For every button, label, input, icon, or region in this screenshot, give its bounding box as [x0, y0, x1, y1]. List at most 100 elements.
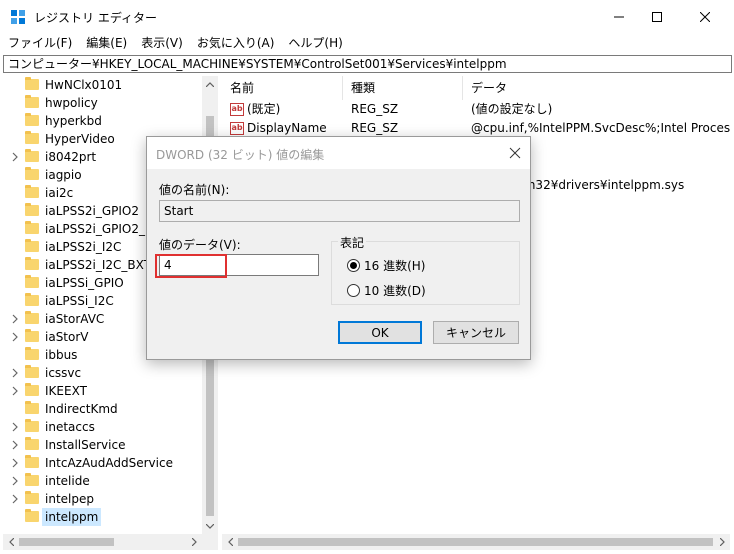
string-value-icon: ab	[230, 122, 244, 135]
expand-chevron-icon[interactable]	[10, 422, 20, 432]
tree-item-label: i8042prt	[45, 150, 97, 164]
radio-hex[interactable]: 16 進数(H)	[347, 257, 425, 274]
tree-hscroll-thumb[interactable]	[19, 538, 114, 546]
chevron-down-icon	[206, 523, 214, 529]
folder-icon	[25, 473, 39, 486]
column-header-data[interactable]: データ	[463, 76, 730, 100]
tree-item-label: inetaccs	[45, 420, 95, 434]
expand-chevron-icon[interactable]	[10, 368, 20, 378]
title-bar: レジストリ エディター	[0, 0, 734, 34]
maximize-button[interactable]	[634, 0, 680, 34]
tree-item-label: iai2c	[45, 186, 74, 200]
folder-icon	[25, 149, 39, 162]
tree-item-label: IntcAzAudAddService	[45, 456, 173, 470]
expand-chevron-icon[interactable]	[10, 494, 20, 504]
tree-item[interactable]: intelppm	[3, 508, 202, 526]
value-row[interactable]: ab (既定) REG_SZ (値の設定なし)	[222, 100, 730, 119]
chevron-up-icon	[206, 81, 214, 87]
window-title: レジストリ エディター	[34, 11, 157, 25]
expand-chevron-icon[interactable]	[10, 152, 20, 162]
folder-icon	[25, 347, 39, 360]
tree-item[interactable]: hwpolicy	[3, 94, 202, 112]
scroll-left-button[interactable]	[3, 534, 19, 550]
base-group-label: 表記	[338, 234, 367, 251]
tree-item[interactable]: intelide	[3, 472, 202, 490]
expand-chevron-icon[interactable]	[10, 476, 20, 486]
value-name-field: Start	[159, 200, 520, 222]
values-hscroll-thumb[interactable]	[238, 538, 713, 546]
menu-favorites[interactable]: お気に入り(A)	[191, 34, 281, 52]
tree-item-label: icssvc	[45, 366, 82, 380]
close-button[interactable]	[682, 0, 728, 34]
tree-item-label: intelide	[45, 474, 90, 488]
tree-item-label: hyperkbd	[45, 114, 102, 128]
radio-dec[interactable]: 10 進数(D)	[347, 282, 426, 299]
tree-item[interactable]: HwNClx0101	[3, 76, 202, 94]
close-icon[interactable]	[509, 147, 521, 159]
chevron-right-icon	[719, 538, 725, 546]
tree-item[interactable]: IndirectKmd	[3, 400, 202, 418]
menu-edit[interactable]: 編集(E)	[80, 34, 133, 52]
address-bar[interactable]: コンピューター¥HKEY_LOCAL_MACHINE¥SYSTEM¥Contro…	[3, 55, 732, 73]
scroll-up-button[interactable]	[202, 76, 217, 92]
expand-chevron-icon[interactable]	[10, 332, 20, 342]
folder-icon	[25, 437, 39, 450]
column-header-type[interactable]: 種類	[343, 76, 463, 100]
menu-help[interactable]: ヘルプ(H)	[282, 34, 348, 52]
ok-button[interactable]: OK	[338, 321, 422, 344]
expand-chevron-icon[interactable]	[10, 458, 20, 468]
folder-icon	[25, 77, 39, 90]
radio-dec-label: 10 進数(D)	[364, 284, 426, 298]
tree-item[interactable]: InstallService	[3, 436, 202, 454]
expand-chevron-icon[interactable]	[10, 386, 20, 396]
tree-item[interactable]: inetaccs	[3, 418, 202, 436]
folder-icon	[25, 419, 39, 432]
tree-item-label: iagpio	[45, 168, 82, 182]
tree-item[interactable]: IntcAzAudAddService	[3, 454, 202, 472]
dialog-title: DWORD (32 ビット) 値の編集	[156, 148, 325, 162]
chevron-left-icon	[8, 538, 14, 546]
value-name: (既定)	[247, 102, 281, 116]
tree-item-label: iaLPSSi_I2C	[45, 294, 114, 308]
folder-icon	[25, 239, 39, 252]
tree-item-label: iaLPSS2i_GPIO2	[45, 204, 139, 218]
folder-icon	[25, 293, 39, 306]
folder-icon	[25, 383, 39, 396]
folder-icon	[25, 113, 39, 126]
tree-item-label: HyperVideo	[45, 132, 115, 146]
folder-icon	[25, 131, 39, 144]
folder-icon	[25, 185, 39, 198]
tree-item-label: HwNClx0101	[45, 78, 123, 92]
tree-item-label: iaStorV	[45, 330, 89, 344]
expand-chevron-icon[interactable]	[10, 314, 20, 324]
scroll-down-button[interactable]	[202, 518, 217, 534]
value-data-label: 値のデータ(V):	[159, 238, 241, 252]
radio-hex-label: 16 進数(H)	[364, 259, 426, 273]
tree-item-label: iaLPSS2i_I2C	[45, 240, 122, 254]
scroll-right-button[interactable]	[186, 534, 202, 550]
tree-item-label: hwpolicy	[45, 96, 98, 110]
folder-icon	[25, 491, 39, 504]
cancel-button[interactable]: キャンセル	[433, 321, 519, 344]
column-header-name[interactable]: 名前	[222, 76, 343, 100]
values-scroll-left-button[interactable]	[222, 534, 238, 550]
tree-item-label: iaLPSSi_GPIO	[45, 276, 124, 290]
values-horizontal-scrollbar[interactable]	[222, 534, 730, 550]
close-icon	[700, 12, 710, 22]
expand-chevron-icon[interactable]	[10, 440, 20, 450]
radio-dec-indicator	[347, 284, 360, 297]
tree-item[interactable]: icssvc	[3, 364, 202, 382]
values-scroll-right-button[interactable]	[714, 534, 730, 550]
tree-item[interactable]: hyperkbd	[3, 112, 202, 130]
folder-icon	[25, 311, 39, 324]
tree-item[interactable]: intelpep	[3, 490, 202, 508]
tree-item-label: intelpep	[45, 492, 94, 506]
value-data: (値の設定なし)	[471, 102, 553, 116]
tree-horizontal-scrollbar[interactable]	[3, 534, 202, 550]
tree-item[interactable]: IKEEXT	[3, 382, 202, 400]
menu-file[interactable]: ファイル(F)	[0, 34, 78, 52]
menu-view[interactable]: 表示(V)	[135, 34, 189, 52]
folder-icon	[25, 509, 39, 522]
folder-icon	[25, 365, 39, 378]
radio-hex-indicator	[347, 259, 360, 272]
